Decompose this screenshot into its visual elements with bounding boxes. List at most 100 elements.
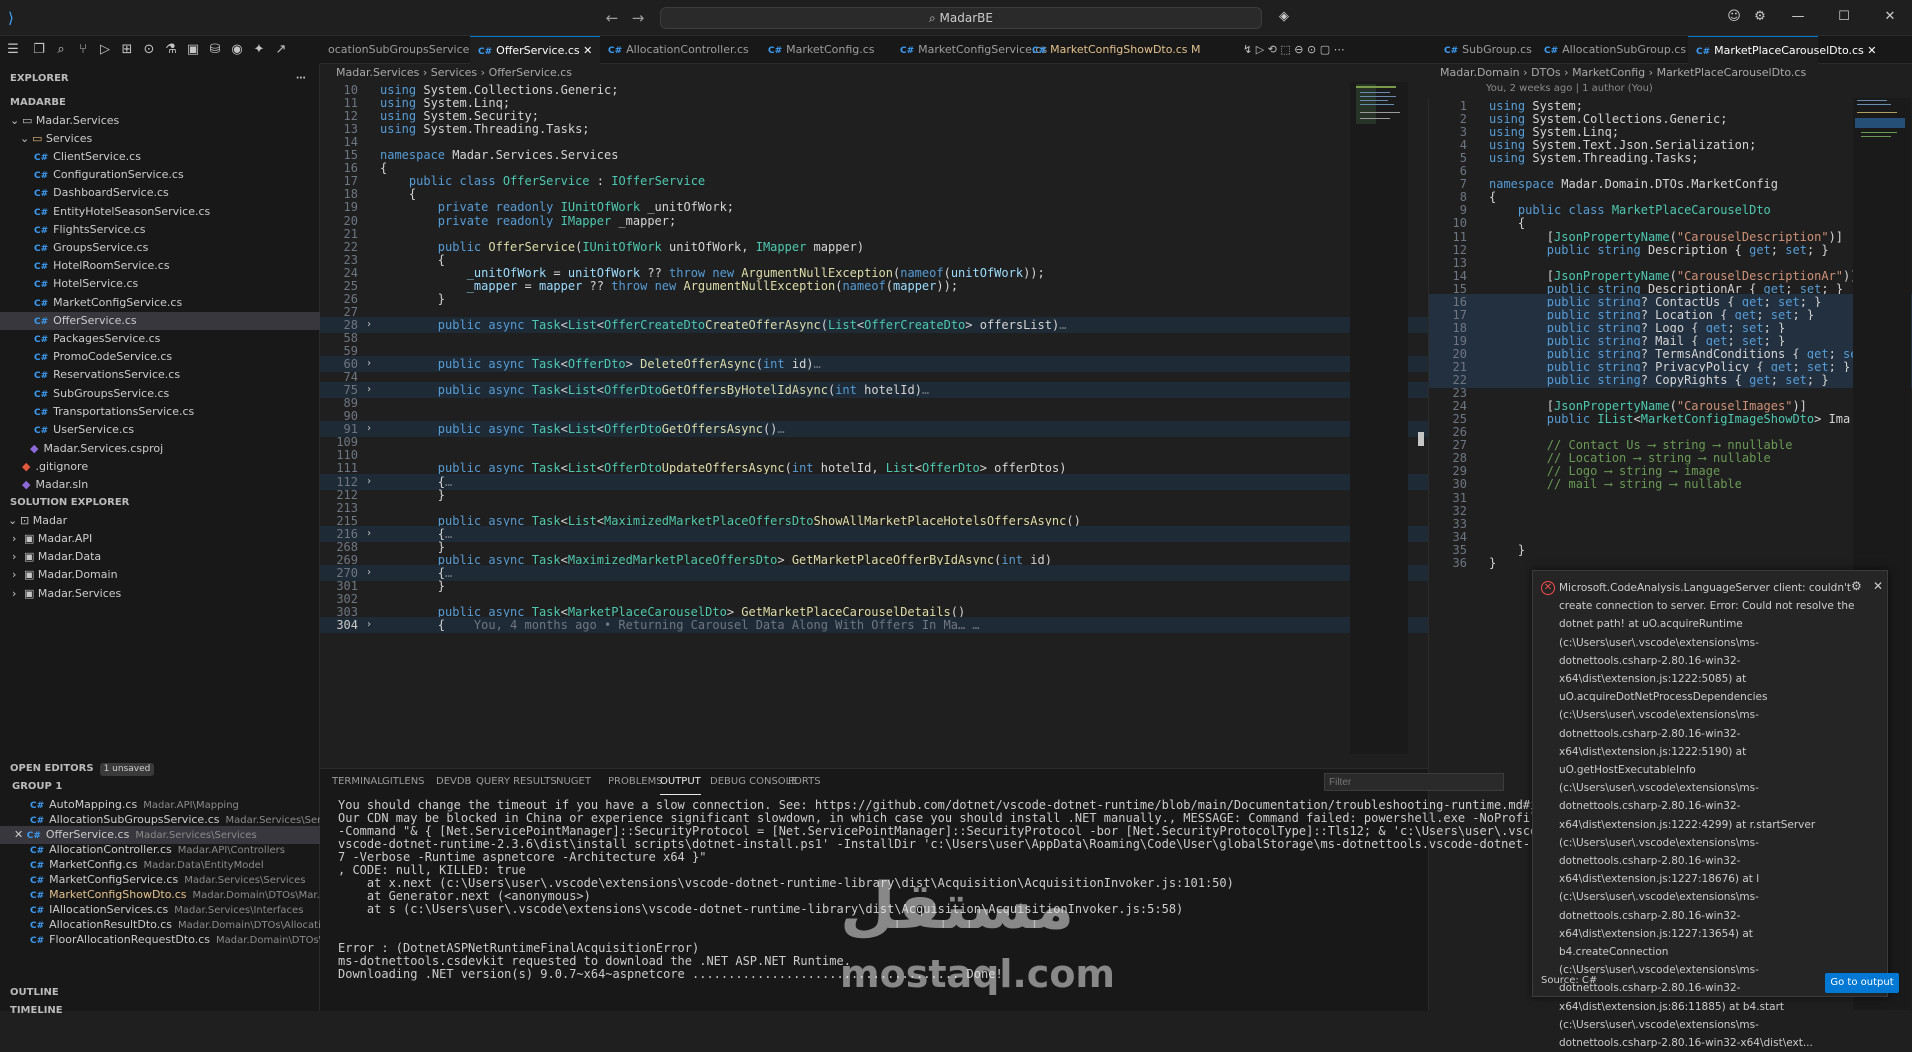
more-actions-icon[interactable]: ⋯ [296, 70, 306, 88]
settings-gear-icon[interactable]: ⚙ [1746, 6, 1774, 28]
extensions-icon[interactable]: ⊞ [118, 41, 136, 59]
explorer-icon[interactable]: ❐ [30, 41, 48, 59]
solution-project[interactable]: › ▣ Madar.Domain [0, 566, 320, 584]
open-editors-title[interactable]: OPEN EDITORS 1 unsaved [10, 760, 155, 778]
panel-tab[interactable]: GITLENS [382, 769, 425, 795]
close-icon[interactable]: ✕ [1873, 579, 1883, 593]
panel-tab[interactable]: TERMINAL [332, 769, 383, 795]
code-line[interactable]: 304 › { You, 4 months ago • Returning Car… [320, 617, 1428, 634]
breadcrumb-segment[interactable]: Services [431, 66, 477, 79]
workspace-root[interactable]: MADARBE [10, 94, 66, 112]
tree-item-project[interactable]: ⌄ ▭ Madar.Services [0, 112, 320, 130]
outline-section[interactable]: OUTLINE [10, 984, 59, 1002]
editor-tab[interactable]: C# MarketPlaceCarouselDto.cs ✕ [1688, 36, 1877, 64]
tree-item-file[interactable]: C# ClientService.cs [0, 148, 320, 166]
open-editor-item[interactable]: C# FloorAllocationRequestDto.cs Madar.Doma… [0, 931, 362, 949]
vscode-logo-icon[interactable]: ⟩ [8, 10, 24, 26]
editor-tab[interactable]: C# MarketConfig.cs [760, 36, 892, 64]
tree-item-file[interactable]: C# OfferService.cs [0, 311, 320, 330]
tree-item-gitignore[interactable]: ◆ .gitignore [0, 458, 320, 476]
tree-item-csproj[interactable]: ◆ Madar.Services.csproj [0, 440, 320, 458]
tree-item-file[interactable]: C# TransportationsService.cs [0, 403, 320, 421]
minimap[interactable] [1350, 82, 1408, 754]
tree-item-file[interactable]: C# EntityHotelSeasonService.cs [0, 203, 320, 221]
output-filter-input[interactable] [1324, 773, 1504, 791]
tree-item-file[interactable]: C# ReservationsService.cs [0, 366, 320, 384]
solution-project[interactable]: › ▣ Madar.Data [0, 548, 320, 566]
panel-tab[interactable]: PORTS [788, 769, 821, 795]
remote-icon[interactable]: ⊙ [140, 41, 158, 59]
copilot-chat-icon[interactable]: ✦ [250, 41, 268, 59]
editor-tab[interactable]: C# MarketConfigService.cs [892, 36, 1047, 64]
testing-icon[interactable]: ⚗ [162, 41, 180, 59]
fold-chevron-icon[interactable]: › [366, 617, 372, 633]
editor-tab[interactable]: C# AllocationController.cs [600, 36, 760, 64]
back-arrow-icon[interactable]: ← [602, 8, 622, 28]
tree-item-file[interactable]: C# UserService.cs [0, 421, 320, 439]
tree-item-file[interactable]: C# GroupsService.cs [0, 239, 320, 257]
notification-source: Source: C# [1541, 975, 1598, 986]
panel-tab[interactable]: QUERY RESULTS [476, 769, 557, 795]
tree-item-file[interactable]: C# PackagesService.cs [0, 330, 320, 348]
menu-icon[interactable]: ☰ [4, 41, 22, 59]
tree-item-file[interactable]: C# HotelRoomService.cs [0, 257, 320, 275]
command-center-search[interactable]: ⌕ MadarBE [660, 7, 1262, 29]
forward-arrow-icon[interactable]: → [628, 8, 648, 28]
tree-item-file[interactable]: C# PromoCodeService.cs [0, 348, 320, 366]
editor-actions-icon[interactable]: ↯ ▷ ⟲ ⬚ ⊖ ⊙ ▢ ⋯ [1235, 36, 1345, 64]
tree-item-file[interactable]: C# HotelService.cs [0, 275, 320, 293]
breadcrumb-left[interactable]: Madar.Services › Services › OfferService… [336, 64, 572, 82]
editor-tab[interactable]: ocationSubGroupsService.cs [320, 36, 485, 64]
breadcrumb-segment[interactable]: MarketConfig [1572, 66, 1645, 79]
close-window-button[interactable]: ✕ [1876, 6, 1904, 28]
tree-item-file[interactable]: C# MarketConfigService.cs [0, 294, 320, 312]
panel-tab[interactable]: DEBUG CONSOLE [710, 769, 798, 795]
editor-tab[interactable]: C# SubGroup.cs [1436, 36, 1536, 64]
minimize-button[interactable]: — [1784, 6, 1812, 28]
csharp-file-icon: C# [26, 831, 41, 841]
breadcrumb-segment[interactable]: DTOs [1531, 66, 1561, 79]
breadcrumb-segment[interactable]: Madar.Domain [1440, 66, 1520, 79]
copilot-icon[interactable]: ◈ [1270, 6, 1298, 28]
panel-tab[interactable]: OUTPUT [660, 769, 701, 795]
run-debug-icon[interactable]: ▷ [96, 41, 114, 59]
editor-tab[interactable]: C# AllocationSubGroup.cs [1536, 36, 1688, 64]
source-control-icon[interactable]: ⑂ [74, 41, 92, 59]
panel-tab[interactable]: NUGET [556, 769, 591, 795]
solution-project[interactable]: › ▣ Madar.API [0, 530, 320, 548]
close-icon[interactable]: ✕ [580, 44, 592, 57]
tree-item-sln[interactable]: ◆ Madar.sln [0, 476, 320, 494]
search-icon[interactable]: ⌕ [52, 41, 70, 59]
gitlens-icon[interactable]: ◉ [228, 41, 246, 59]
settings-gear-icon[interactable]: ⚙ [1851, 579, 1862, 593]
tree-item-file[interactable]: C# ConfigurationService.cs [0, 166, 320, 184]
solution-project[interactable]: › ▣ Madar.Services [0, 585, 320, 603]
tree-item-file[interactable]: C# SubGroupsService.cs [0, 385, 320, 403]
panel-tab[interactable]: DEVDB [436, 769, 471, 795]
tree-item-file[interactable]: C# FlightsService.cs [0, 221, 320, 239]
panel-tab[interactable]: PROBLEMS [608, 769, 663, 795]
timeline-section[interactable]: TIMELINE [10, 1002, 63, 1020]
docker-icon[interactable]: ▣ [184, 41, 202, 59]
solution-root[interactable]: ⌄ ⊡ Madar [0, 512, 320, 530]
close-icon[interactable]: ✕ [14, 828, 27, 841]
accounts-icon[interactable]: ☺ [1720, 6, 1748, 28]
editor-tab[interactable]: C# OfferService.cs ✕ [470, 36, 600, 64]
editor-tab[interactable]: C# MarketConfigShowDto.cs M [1024, 36, 1201, 64]
go-to-output-button[interactable]: Go to output [1825, 973, 1899, 993]
breadcrumb-segment[interactable]: OfferService.cs [489, 66, 572, 79]
scrollbar-marker[interactable] [1418, 432, 1424, 446]
live-share-icon[interactable]: ↗ [272, 41, 290, 59]
solution-explorer-title[interactable]: SOLUTION EXPLORER [10, 494, 129, 512]
breadcrumb-segment[interactable]: Madar.Services [336, 66, 419, 79]
codelens-blame[interactable]: You, 2 weeks ago | 1 author (You) [1486, 80, 1653, 98]
maximize-button[interactable]: ☐ [1830, 6, 1858, 28]
breadcrumb-segment[interactable]: MarketPlaceCarouselDto.cs [1657, 66, 1807, 79]
close-icon[interactable]: ✕ [1864, 44, 1876, 57]
tree-item-folder[interactable]: ⌄ ▭ Services [0, 130, 320, 148]
code-line[interactable]: 36} [1429, 555, 1912, 571]
tree-item-file[interactable]: C# DashboardService.cs [0, 184, 320, 202]
code-editor-left[interactable]: 10 using System.Collections.Generic; 11 usi… [320, 82, 1428, 754]
file-name: UserService.cs [53, 423, 135, 436]
database-icon[interactable]: ⛁ [206, 41, 224, 59]
